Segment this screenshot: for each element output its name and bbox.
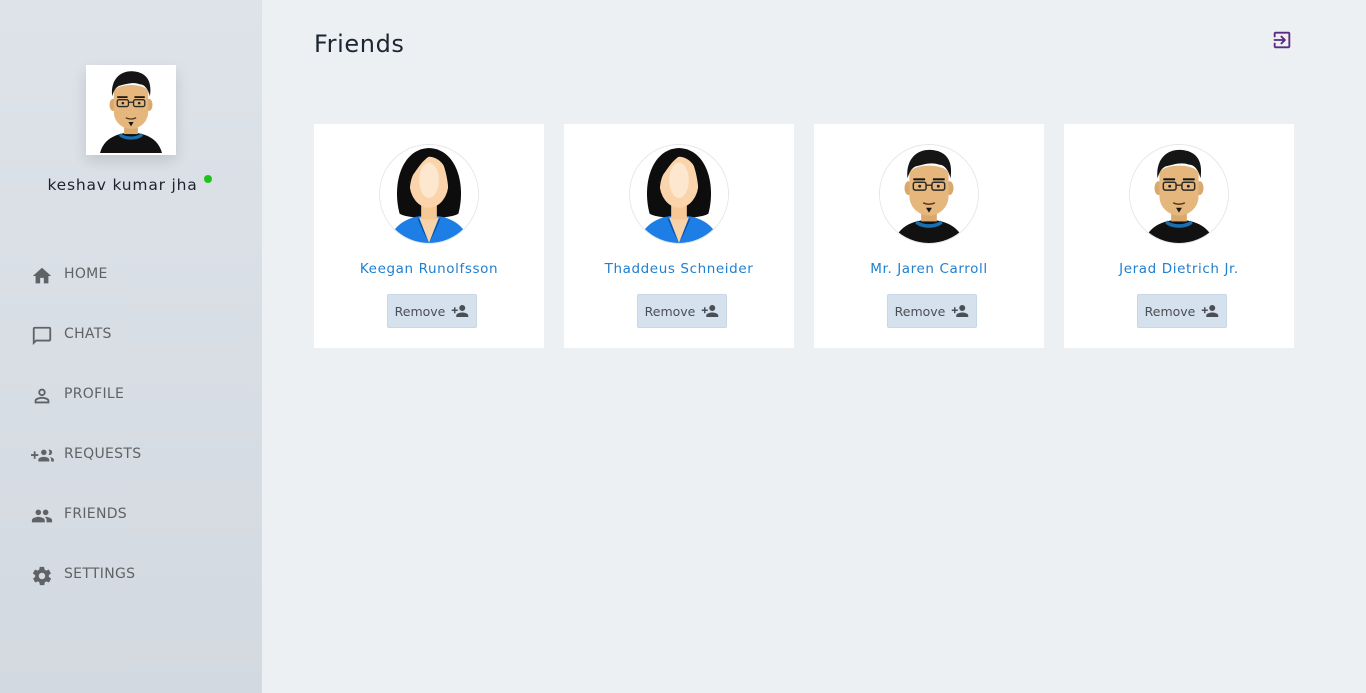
sidebar-item-label: HOME xyxy=(64,266,108,282)
sidebar-item-home[interactable]: HOME xyxy=(0,246,262,306)
friend-avatar[interactable] xyxy=(879,144,979,244)
remove-friend-button[interactable]: Remove xyxy=(1137,294,1227,328)
sidebar-item-label: PROFILE xyxy=(64,386,125,402)
sidebar-item-profile[interactable]: PROFILE xyxy=(0,366,262,426)
sidebar-item-label: CHATS xyxy=(64,326,112,342)
person-add-icon xyxy=(701,303,719,319)
remove-friend-button[interactable]: Remove xyxy=(637,294,727,328)
friend-avatar[interactable] xyxy=(379,144,479,244)
female-avatar-image xyxy=(630,145,728,243)
remove-friend-button[interactable]: Remove xyxy=(887,294,977,328)
sidebar-item-chats[interactable]: CHATS xyxy=(0,306,262,366)
friend-card: Keegan Runolfsson Remove xyxy=(314,124,544,348)
online-status-dot xyxy=(204,175,212,183)
friend-card: Mr. Jaren Carroll Remove xyxy=(814,124,1044,348)
remove-button-label: Remove xyxy=(894,303,946,319)
remove-button-label: Remove xyxy=(644,303,696,319)
person-add-icon xyxy=(451,303,469,319)
friend-card: Thaddeus Schneider Remove xyxy=(564,124,794,348)
friend-avatar[interactable] xyxy=(629,144,729,244)
user-avatar-image xyxy=(88,67,174,153)
sidebar-item-friends[interactable]: FRIENDS xyxy=(0,486,262,546)
remove-button-label: Remove xyxy=(1144,303,1196,319)
user-avatar[interactable] xyxy=(86,65,176,155)
sidebar: keshav kumar jha HOME CHATS PROFILE REQU… xyxy=(0,0,262,693)
sidebar-item-requests[interactable]: REQUESTS xyxy=(0,426,262,486)
remove-friend-button[interactable]: Remove xyxy=(387,294,477,328)
logout-button[interactable] xyxy=(1270,30,1294,54)
person-add-icon xyxy=(951,303,969,319)
people-icon xyxy=(30,504,54,528)
sidebar-item-label: FRIENDS xyxy=(64,506,127,522)
sidebar-item-settings[interactable]: SETTINGS xyxy=(0,546,262,606)
female-avatar-image xyxy=(380,145,478,243)
chat-icon xyxy=(30,324,54,348)
male-avatar-image xyxy=(1130,145,1228,243)
friend-name-link[interactable]: Keegan Runolfsson xyxy=(314,261,544,277)
male-avatar-image xyxy=(880,145,978,243)
friend-name-link[interactable]: Mr. Jaren Carroll xyxy=(814,261,1044,277)
page-title: Friends xyxy=(314,30,405,58)
friend-name-link[interactable]: Jerad Dietrich Jr. xyxy=(1064,261,1294,277)
friend-avatar[interactable] xyxy=(1129,144,1229,244)
home-icon xyxy=(30,264,54,288)
gear-icon xyxy=(30,564,54,588)
friend-card: Jerad Dietrich Jr. Remove xyxy=(1064,124,1294,348)
person-add-icon xyxy=(1201,303,1219,319)
sidebar-item-label: REQUESTS xyxy=(64,446,142,462)
logout-icon xyxy=(1271,29,1293,55)
add-group-icon xyxy=(30,444,54,468)
friend-name-link[interactable]: Thaddeus Schneider xyxy=(564,261,794,277)
sidebar-item-label: SETTINGS xyxy=(64,566,136,582)
remove-button-label: Remove xyxy=(394,303,446,319)
person-icon xyxy=(30,384,54,408)
